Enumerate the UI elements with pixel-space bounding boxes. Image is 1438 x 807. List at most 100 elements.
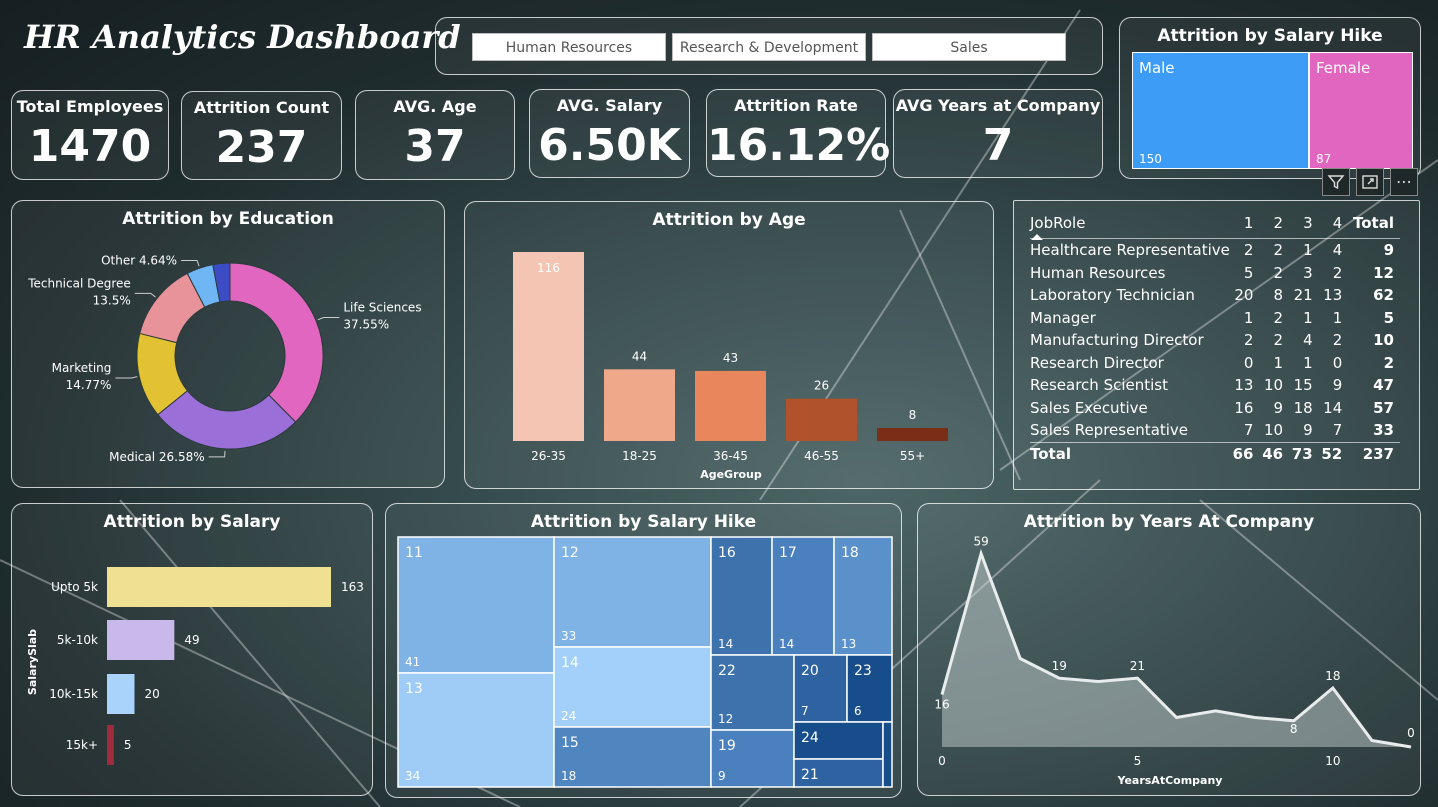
kpi-avg-salary: AVG. Salary 6.50K	[529, 89, 690, 178]
column-header-total[interactable]: Total	[1348, 208, 1400, 239]
slicer-button-research-development[interactable]: Research & Development	[672, 33, 866, 61]
table-row[interactable]: Manager 1 2 1 1 5	[1030, 307, 1400, 330]
treemap-tile-category: 24	[801, 730, 819, 746]
kpi-label: Attrition Count	[193, 98, 330, 117]
focus-mode-icon[interactable]	[1356, 168, 1384, 196]
table-row[interactable]: Sales Executive 16 9 18 14 57	[1030, 397, 1400, 420]
column-header-jobrole[interactable]: JobRole	[1030, 208, 1230, 239]
slicer-button-human-resources[interactable]: Human Resources	[472, 33, 666, 61]
age-bar-36-45[interactable]	[695, 370, 766, 441]
kpi-label: AVG Years at Company	[895, 96, 1101, 115]
age-bar-46-55[interactable]	[786, 398, 857, 441]
salary-bar-5k-10k[interactable]	[107, 620, 175, 660]
attrition-by-salary-hike-card: Attrition by Salary Hike 11 41 13 34 12 33 14 2…	[385, 503, 902, 798]
salary-bar-value-label: 49	[184, 633, 199, 647]
attrition-by-education-card: Attrition by Education Life Sciences 37.5…	[11, 200, 445, 488]
total-cell: 47	[1373, 376, 1394, 395]
age-bar-18-25[interactable]	[604, 369, 675, 441]
years-tick-label: 0	[938, 754, 946, 768]
male-tile[interactable]: Male 150	[1132, 52, 1309, 169]
table-total-row[interactable]: Total 66 46 73 52 237	[1030, 442, 1400, 465]
table-row[interactable]: Sales Representative 7 10 9 7 33	[1030, 419, 1400, 442]
column-header-3[interactable]: 3	[1289, 208, 1319, 239]
kpi-total-employees: Total Employees 1470	[11, 90, 169, 180]
donut-leader-line	[115, 376, 138, 379]
value-cell: 1	[1303, 308, 1313, 327]
donut-leader-line	[181, 260, 200, 267]
jobrole-cell: Human Resources	[1030, 263, 1166, 282]
years-point-label: 21	[1130, 659, 1145, 673]
age-bar-26-35[interactable]	[513, 252, 584, 441]
table-row[interactable]: Laboratory Technician 20 8 21 13 62	[1030, 284, 1400, 307]
value-cell: 66	[1232, 444, 1254, 463]
age-bar-value-label: 8	[909, 408, 917, 422]
value-cell: 2	[1273, 263, 1284, 282]
value-cell: 13	[1234, 376, 1254, 395]
total-cell: 5	[1383, 308, 1394, 327]
salary-hike-treemap: 11 41 13 34 12 33 14 24 15 18 16 14 17 14 18 13 22 12 20 7 2…	[397, 536, 893, 788]
treemap-tile-category: 22	[718, 663, 736, 679]
dashboard-title: HR Analytics Dashboard	[24, 18, 461, 56]
total-cell: 237	[1362, 444, 1394, 463]
treemap-tile-value: 18	[561, 769, 576, 783]
salary-y-axis-label: SalarySlab	[26, 629, 39, 695]
donut-data-label: Life Sciences 37.55%	[343, 300, 421, 331]
value-cell: 1	[1303, 353, 1313, 372]
value-cell: 3	[1303, 263, 1313, 282]
table-row[interactable]: Manufacturing Director 2 2 4 2 10	[1030, 329, 1400, 352]
donut-slice-life-sciences[interactable]	[229, 262, 324, 423]
column-header-2[interactable]: 2	[1259, 208, 1289, 239]
treemap-tile-category: 18	[841, 545, 859, 561]
kpi-value: 6.50K	[538, 120, 681, 171]
treemap-tile-value: 9	[718, 769, 726, 783]
salary-tick-label: Upto 5k	[51, 580, 98, 594]
attrition-by-salary-card: Attrition by Salary 163 Upto 5k 49 5k-10k 20…	[11, 503, 373, 796]
donut-data-label: Technical Degree 13.5%	[27, 276, 131, 307]
value-cell: 2	[1243, 241, 1254, 260]
table-row[interactable]: Research Director 0 1 1 0 2	[1030, 352, 1400, 375]
column-header-1[interactable]: 1	[1230, 208, 1260, 239]
salary-bar-10k-15k[interactable]	[107, 674, 135, 714]
kpi-label: Attrition Rate	[734, 96, 858, 115]
treemap-tile-category: 13	[405, 681, 423, 697]
value-cell: 1	[1243, 308, 1254, 327]
salary-bar-upto5k[interactable]	[107, 567, 331, 607]
salary-bar-15k+[interactable]	[107, 725, 114, 765]
salary-tick-label: 15k+	[66, 738, 98, 752]
kpi-value: 37	[404, 121, 466, 172]
jobrole-cell: Laboratory Technician	[1030, 286, 1195, 305]
value-cell: 2	[1243, 331, 1254, 350]
value-cell: 15	[1293, 376, 1313, 395]
value-cell: 4	[1332, 241, 1343, 260]
years-point-label: 8	[1290, 722, 1298, 736]
attrition-by-age-card: Attrition by Age 116 26-35 44 18-25 43 36-45 2…	[464, 201, 994, 489]
value-cell: 16	[1234, 398, 1254, 417]
table-row[interactable]: Healthcare Representative 2 2 1 4 9	[1030, 239, 1400, 262]
total-cell: 10	[1373, 331, 1394, 350]
filter-icon[interactable]	[1322, 168, 1350, 196]
female-tile[interactable]: Female 87	[1309, 52, 1413, 169]
jobrole-cell: Research Scientist	[1030, 376, 1168, 395]
attrition-by-years-card: Attrition by Years At Company 16 59 19 21 8 1…	[917, 503, 1421, 796]
kpi-avg-years-at-company: AVG Years at Company 7	[893, 89, 1103, 178]
donut-data-label: Other 4.64%	[101, 254, 177, 268]
years-point-label: 19	[1052, 659, 1067, 673]
slicer-button-sales[interactable]: Sales	[872, 33, 1066, 61]
age-tick-label: 55+	[900, 449, 925, 463]
age-bar-value-label: 26	[814, 379, 829, 393]
table-row[interactable]: Research Scientist 13 10 15 9 47	[1030, 374, 1400, 397]
kpi-label: Total Employees	[16, 97, 164, 116]
age-tick-label: 46-55	[804, 449, 839, 463]
age-bar-55+[interactable]	[877, 427, 948, 441]
treemap-tile-category: 12	[561, 545, 579, 561]
treemap-tile-category: 17	[779, 545, 797, 561]
salary-tick-label: 10k-15k	[49, 687, 98, 701]
table-row[interactable]: Human Resources 5 2 3 2 12	[1030, 262, 1400, 285]
value-cell: 9	[1332, 376, 1343, 395]
total-cell: 9	[1383, 241, 1394, 260]
years-area-chart: 16 59 19 21 8 18 0 0 5 10 YearsAtCompany	[934, 535, 1414, 787]
column-header-4[interactable]: 4	[1319, 208, 1349, 239]
sort-ascending-icon[interactable]	[1031, 234, 1043, 240]
more-options-icon[interactable]: ⋯	[1390, 168, 1418, 196]
treemap-tile-25[interactable]	[882, 721, 893, 788]
